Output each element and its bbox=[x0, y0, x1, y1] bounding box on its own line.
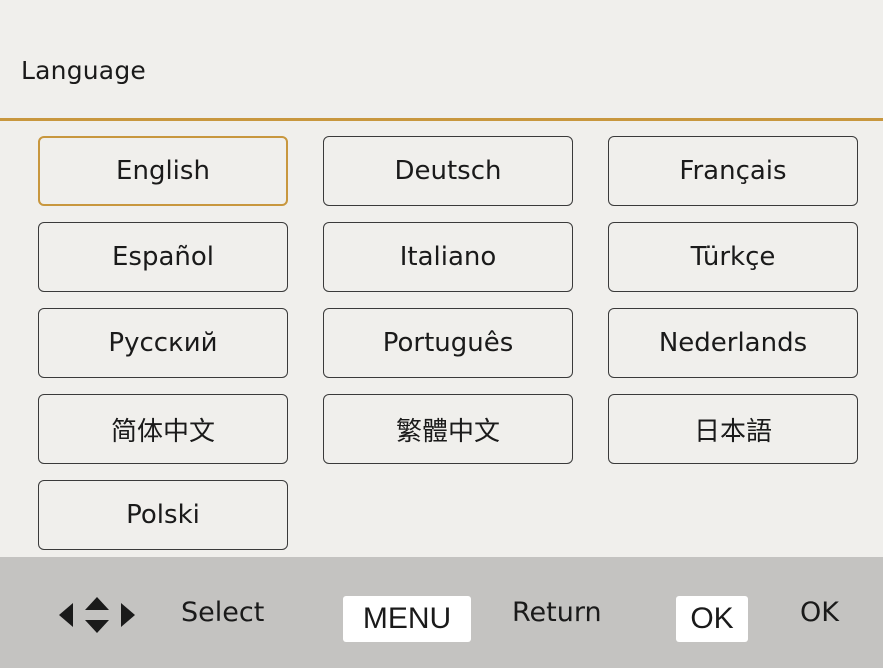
language-option-polski[interactable]: Polski bbox=[38, 480, 288, 550]
select-hint-label: Select bbox=[181, 597, 265, 628]
language-option-traditional-chinese[interactable]: 繁體中文 bbox=[323, 394, 573, 464]
language-grid: English Deutsch Français Español Italian… bbox=[38, 136, 858, 550]
menu-key-badge: MENU bbox=[343, 596, 471, 642]
language-option-russian[interactable]: Русский bbox=[38, 308, 288, 378]
language-option-espanol[interactable]: Español bbox=[38, 222, 288, 292]
page-title: Language bbox=[21, 56, 146, 85]
language-option-turkce[interactable]: Türkçe bbox=[608, 222, 858, 292]
return-hint-label: Return bbox=[512, 597, 602, 628]
four-way-arrow-icon bbox=[59, 597, 135, 633]
language-screen: Language English Deutsch Français Españo… bbox=[0, 0, 883, 668]
language-option-simplified-chinese[interactable]: 简体中文 bbox=[38, 394, 288, 464]
language-option-italiano[interactable]: Italiano bbox=[323, 222, 573, 292]
ok-hint-label: OK bbox=[800, 597, 839, 628]
language-option-english[interactable]: English bbox=[38, 136, 288, 206]
language-option-deutsch[interactable]: Deutsch bbox=[323, 136, 573, 206]
language-option-nederlands[interactable]: Nederlands bbox=[608, 308, 858, 378]
language-option-francais[interactable]: Français bbox=[608, 136, 858, 206]
ok-key-badge: OK bbox=[676, 596, 748, 642]
language-option-japanese[interactable]: 日本語 bbox=[608, 394, 858, 464]
header: Language bbox=[0, 0, 883, 118]
language-option-portugues[interactable]: Português bbox=[323, 308, 573, 378]
header-divider bbox=[0, 118, 883, 121]
footer-hint-bar: Select MENU Return OK OK bbox=[0, 557, 883, 668]
